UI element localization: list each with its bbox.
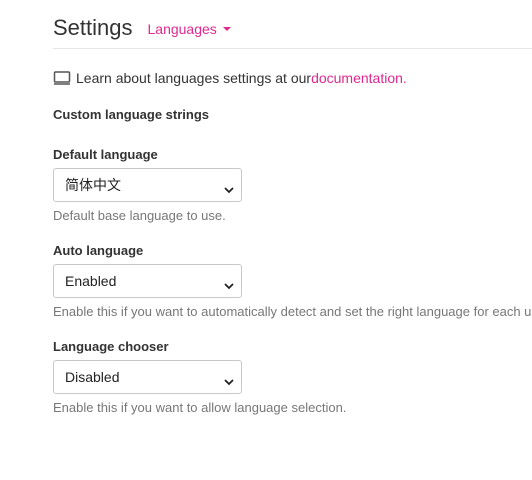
chevron-down-icon [224, 373, 234, 386]
languages-menu-label: Languages [147, 21, 217, 37]
language-chooser-select[interactable]: Disabled [53, 360, 242, 394]
chevron-down-icon [224, 277, 234, 290]
language-chooser-value: Disabled [65, 369, 120, 385]
book-icon [53, 70, 71, 86]
page-title: Settings [53, 15, 133, 40]
languages-menu-dropdown[interactable]: Languages [148, 21, 231, 37]
default-language-help: Default base language to use. [53, 208, 226, 223]
caret-down-icon [222, 27, 231, 31]
chevron-down-icon [224, 181, 234, 194]
documentation-suffix: . [402, 70, 407, 86]
auto-language-select[interactable]: Enabled [53, 264, 242, 298]
page-header: Settings Languages [53, 8, 532, 49]
documentation-notice: Learn about languages settings at our do… [53, 70, 407, 86]
language-chooser-help: Enable this if you want to allow languag… [53, 400, 347, 415]
auto-language-help: Enable this if you want to automatically… [53, 304, 532, 319]
default-language-label: Default language [53, 147, 158, 162]
default-language-value: 简体中文 [65, 177, 121, 193]
auto-language-value: Enabled [65, 273, 117, 289]
documentation-link[interactable]: documentation [311, 70, 403, 86]
documentation-text: Learn about languages settings at our [76, 70, 312, 86]
settings-page: Settings Languages Learn about languages… [0, 0, 532, 480]
auto-language-label: Auto language [53, 243, 144, 258]
section-heading: Custom language strings [53, 107, 210, 122]
language-chooser-label: Language chooser [53, 339, 169, 354]
default-language-select[interactable]: 简体中文 [53, 168, 242, 202]
